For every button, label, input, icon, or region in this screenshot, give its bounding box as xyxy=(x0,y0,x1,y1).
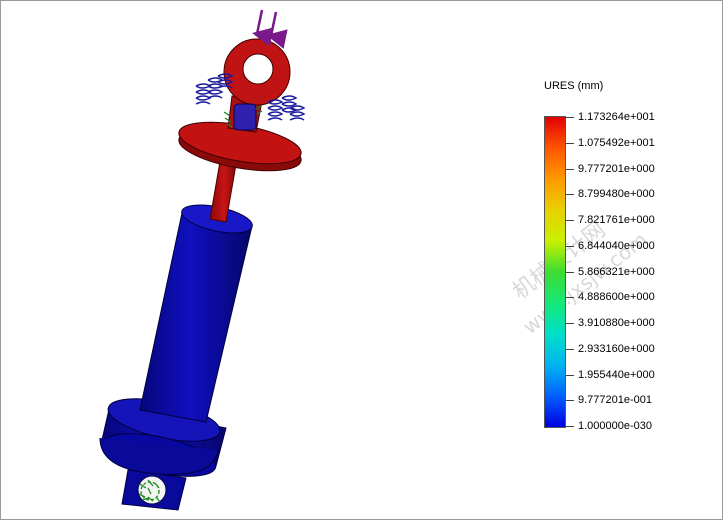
legend-tick-label: 7.821761e+000 xyxy=(578,214,655,226)
legend-tick xyxy=(566,297,574,298)
legend-tick xyxy=(566,194,574,195)
legend-tick-label: 9.777201e+000 xyxy=(578,163,655,175)
legend-tick xyxy=(566,349,574,350)
load-arrow-icons xyxy=(252,9,288,49)
legend-tick-label: 4.888600e+000 xyxy=(578,291,655,303)
legend-tick-label: 9.777201e-001 xyxy=(578,394,653,406)
shock-absorber-model xyxy=(99,9,306,511)
legend-tick xyxy=(566,375,574,376)
legend-tick xyxy=(566,117,574,118)
legend-tick xyxy=(566,169,574,170)
legend-tick xyxy=(566,143,574,144)
legend-tick xyxy=(566,220,574,221)
legend-tick-label: 1.000000e-030 xyxy=(578,420,653,432)
legend-title: URES (mm) xyxy=(544,80,604,92)
legend-tick-label: 3.910880e+000 xyxy=(578,317,655,329)
legend-tick-label: 1.173264e+001 xyxy=(578,111,655,123)
legend-tick-label: 1.075492e+001 xyxy=(578,137,655,149)
legend-tick-label: 8.799480e+000 xyxy=(578,188,655,200)
legend-tick-label: 6.844040e+000 xyxy=(578,240,655,252)
legend-tick xyxy=(566,246,574,247)
eye-ring xyxy=(223,38,291,133)
legend-tick-label: 2.933160e+000 xyxy=(578,343,655,355)
legend-tick xyxy=(566,272,574,273)
legend-tick-label: 5.866321e+000 xyxy=(578,266,655,278)
legend-tick xyxy=(566,426,574,427)
cylinder-body xyxy=(139,204,253,423)
legend-colorbar xyxy=(544,116,566,428)
legend-tick xyxy=(566,400,574,401)
legend-tick xyxy=(566,323,574,324)
legend-tick-label: 1.955440e+000 xyxy=(578,369,655,381)
